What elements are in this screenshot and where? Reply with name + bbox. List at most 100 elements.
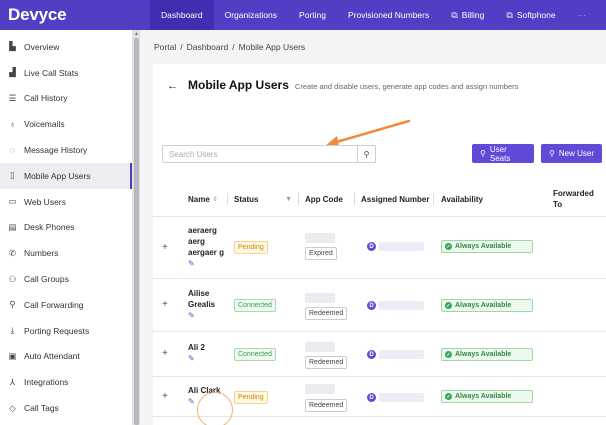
button-label: User Seats bbox=[489, 144, 511, 163]
sidebar-item-message-history[interactable]: ◌ Message History bbox=[0, 137, 132, 163]
sidebar-item-call-tags[interactable]: ◇ Call Tags bbox=[0, 395, 132, 421]
breadcrumb-separator: / bbox=[232, 42, 235, 52]
back-arrow-icon[interactable]: ← bbox=[167, 80, 178, 92]
check-icon: ✓ bbox=[445, 351, 452, 358]
more-icon: ··· bbox=[577, 10, 587, 20]
header-label: Assigned Number bbox=[361, 194, 430, 204]
check-icon: ✓ bbox=[445, 243, 452, 250]
user-name-text[interactable]: aeraerg aerg aergaer g bbox=[188, 226, 224, 257]
mobile-icon: ▯ bbox=[10, 170, 15, 181]
sidebar-item-label: Web Users bbox=[24, 196, 66, 207]
calculator-icon: ▣ bbox=[8, 350, 17, 361]
header-name[interactable]: Name ⇕ bbox=[188, 181, 218, 217]
sidebar-item-web-users[interactable]: ▭ Web Users bbox=[0, 189, 132, 215]
scrollbar-thumb[interactable] bbox=[134, 38, 139, 425]
brand-logo[interactable]: Devyce bbox=[0, 5, 150, 25]
topnav-label: Provisioned Numbers bbox=[347, 10, 430, 20]
new-user-button[interactable]: ⚲ New User bbox=[541, 144, 602, 163]
sidebar-item-integrations[interactable]: ⅄ Integrations bbox=[0, 369, 132, 395]
content-panel: ← Mobile App Users Create and disable us… bbox=[153, 64, 606, 425]
sidebar-item-label: Numbers bbox=[24, 248, 59, 259]
partial-row-avatar bbox=[197, 392, 233, 425]
availability-label: Always Available bbox=[455, 393, 512, 400]
edit-icon[interactable]: ✎ bbox=[188, 259, 195, 268]
page-header: ← Mobile App Users Create and disable us… bbox=[167, 78, 518, 92]
main-content: Portal / Dashboard / Mobile App Users ← … bbox=[140, 30, 606, 425]
status-badge: Connected bbox=[234, 348, 276, 361]
sidebar-item-overview[interactable]: ▙ Overview bbox=[0, 34, 132, 60]
topnav-porting[interactable]: Porting bbox=[288, 0, 337, 30]
topnav-provisioned-numbers[interactable]: Provisioned Numbers bbox=[337, 0, 440, 30]
header-forwarded-to: Forwarded To bbox=[553, 181, 597, 217]
user-icon: ⚲ bbox=[549, 149, 555, 158]
expand-row-icon[interactable]: + bbox=[162, 391, 168, 402]
breadcrumb-separator: / bbox=[180, 42, 183, 52]
search-button[interactable]: ⚲ bbox=[358, 145, 376, 163]
availability-badge[interactable]: ✓ Always Available bbox=[441, 299, 533, 312]
sidebar-item-label: Call Tags bbox=[24, 403, 59, 414]
column-divider bbox=[227, 193, 228, 205]
user-forward-icon: ⚲ bbox=[9, 299, 16, 310]
user-name: aeraerg aerg aergaer g ✎ bbox=[188, 225, 232, 269]
expand-row-icon[interactable]: + bbox=[162, 299, 168, 310]
expand-row-icon[interactable]: + bbox=[162, 348, 168, 359]
user-name-text[interactable]: Ali 2 bbox=[188, 343, 205, 352]
edit-icon[interactable]: ✎ bbox=[188, 311, 195, 320]
breadcrumb: Portal / Dashboard / Mobile App Users bbox=[154, 42, 305, 52]
search-input[interactable] bbox=[162, 145, 358, 163]
header-availability: Availability bbox=[441, 181, 483, 217]
sidebar-item-call-history[interactable]: ☰ Call History bbox=[0, 86, 132, 112]
sort-icon[interactable]: ⇕ bbox=[213, 196, 218, 203]
app-code-tag: Redeemed bbox=[305, 356, 348, 369]
assigned-number-redacted bbox=[379, 350, 424, 359]
topnav-organizations[interactable]: Organizations bbox=[214, 0, 288, 30]
breadcrumb-dashboard[interactable]: Dashboard bbox=[187, 42, 229, 52]
user-name-text[interactable]: Ailise Grealis bbox=[188, 289, 215, 309]
sidebar-item-desk-phones[interactable]: ▤ Desk Phones bbox=[0, 215, 132, 241]
sidebar-scrollbar[interactable]: ▲ bbox=[133, 30, 140, 425]
external-link-icon: ⧉ bbox=[451, 9, 458, 20]
breadcrumb-portal[interactable]: Portal bbox=[154, 42, 176, 52]
header-label: Name bbox=[188, 194, 210, 204]
user-icon: ⚲ bbox=[480, 149, 486, 158]
scroll-up-icon[interactable]: ▲ bbox=[134, 31, 139, 37]
topnav-label: Billing bbox=[461, 10, 485, 20]
availability-badge[interactable]: ✓ Always Available bbox=[441, 240, 533, 253]
user-seats-button[interactable]: ⚲ User Seats bbox=[472, 144, 534, 163]
topnav-softphone[interactable]: ⧉ Softphone bbox=[495, 0, 566, 30]
availability-badge[interactable]: ✓ Always Available bbox=[441, 390, 533, 403]
sidebar-item-live-call-stats[interactable]: ▟ Live Call Stats bbox=[0, 60, 132, 86]
topnav-billing[interactable]: ⧉ Billing bbox=[440, 0, 495, 30]
expand-row-icon[interactable]: + bbox=[162, 242, 168, 253]
top-bar: Devyce Dashboard Organizations Porting P… bbox=[0, 0, 606, 30]
edit-icon[interactable]: ✎ bbox=[188, 397, 195, 406]
sidebar-item-porting-requests[interactable]: ⤓ Porting Requests bbox=[0, 318, 132, 344]
search-icon: ⚲ bbox=[363, 149, 370, 159]
availability-badge[interactable]: ✓ Always Available bbox=[441, 348, 533, 361]
sidebar-item-label: Voicemails bbox=[24, 119, 65, 130]
monitor-icon: ▭ bbox=[8, 196, 17, 207]
edit-icon[interactable]: ✎ bbox=[188, 354, 195, 363]
header-label: App Code bbox=[305, 194, 343, 204]
sidebar-item-auto-attendant[interactable]: ▣ Auto Attendant bbox=[0, 344, 132, 370]
sidebar-item-label: Call Groups bbox=[24, 274, 69, 285]
sidebar-item-label: Integrations bbox=[24, 377, 69, 388]
check-icon: ✓ bbox=[445, 393, 452, 400]
user-name: Ailise Grealis ✎ bbox=[188, 288, 232, 321]
header-status[interactable]: Status ▼ bbox=[234, 181, 292, 217]
sidebar-item-voicemails[interactable]: ♁ Voicemails bbox=[0, 111, 132, 137]
topnav-label: Softphone bbox=[516, 10, 556, 20]
topnav-dashboard[interactable]: Dashboard bbox=[150, 0, 214, 30]
tag-icon: ◇ bbox=[9, 402, 16, 413]
bar-chart-icon: ▙ bbox=[9, 41, 16, 52]
sidebar-item-label: Overview bbox=[24, 41, 60, 52]
sidebar-item-mobile-app-users[interactable]: ▯ Mobile App Users bbox=[0, 162, 132, 189]
availability-label: Always Available bbox=[455, 243, 512, 250]
sidebar-item-numbers[interactable]: ✆ Numbers bbox=[0, 240, 132, 266]
sidebar-item-call-forwarding[interactable]: ⚲ Call Forwarding bbox=[0, 292, 132, 318]
filter-icon[interactable]: ▼ bbox=[285, 196, 292, 203]
header-app-code: App Code bbox=[305, 181, 343, 217]
header-assigned-number: Assigned Number bbox=[361, 181, 429, 217]
topnav-more[interactable]: ··· bbox=[567, 0, 598, 30]
sidebar-item-call-groups[interactable]: ⚇ Call Groups bbox=[0, 266, 132, 292]
